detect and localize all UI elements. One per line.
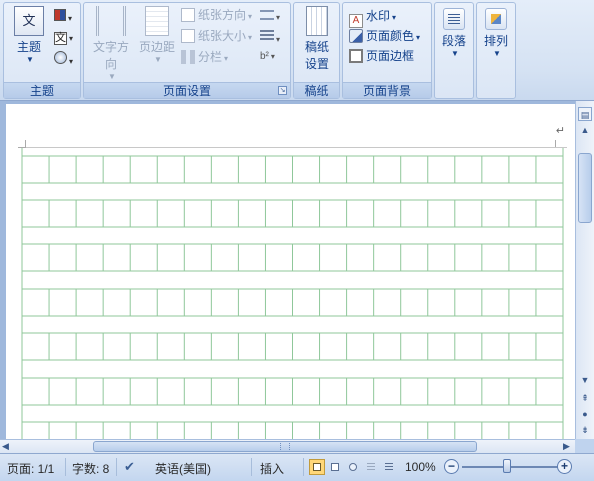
size-label: 纸张大小 [198,29,247,43]
horizontal-scroll-thumb[interactable] [93,441,477,452]
orientation-icon [181,8,195,22]
line-numbers-button[interactable]: ▾ [260,30,284,44]
chevron-down-icon: ▼ [26,55,34,64]
size-button[interactable]: 纸张大小 ▾ [181,27,252,45]
full-screen-reading-view-icon[interactable] [327,459,343,475]
theme-fonts-icon: 文 [54,32,67,45]
manuscript-group-label: 稿纸 [294,82,339,98]
columns-icon [181,50,195,64]
paragraph-group[interactable]: 段落 ▼ [434,2,474,99]
text-direction-icon [96,6,126,36]
scroll-up-icon[interactable]: ▲ [578,123,592,137]
page-borders-label: 页面边框 [366,49,415,63]
arrange-icon [485,8,507,30]
theme-colors-button[interactable]: ▾ [54,9,76,25]
page-color-label: 页面颜色 [366,29,415,43]
ribbon: 文 主题 ▼ ▾ 文 ▾ ▾ 主题 文字方向 ▼ 页边距 ▼ 纸张方向 ▾ 纸张… [0,0,594,101]
vertical-scroll-thumb[interactable] [578,153,592,223]
page-background-group-label: 页面背景 [343,82,431,98]
theme-icon: 文 [14,6,44,36]
page-borders-button[interactable]: 页面边框 [349,47,414,65]
page-borders-icon [349,49,363,63]
print-layout-view-icon[interactable] [309,459,325,475]
watermark-button[interactable]: A 水印 ▾ [349,7,396,28]
paint-bucket-icon [349,29,363,43]
text-direction-label: 文字方向 [92,40,129,71]
watermark-label: 水印 [366,9,391,23]
breaks-icon [260,10,274,20]
paragraph-icon [443,8,465,30]
previous-page-icon[interactable]: ⇞ [578,391,592,405]
orientation-button[interactable]: 纸张方向 ▾ [181,6,252,24]
line-numbers-icon [260,30,274,42]
next-page-icon[interactable]: ⇟ [578,423,592,437]
orientation-label: 纸张方向 [198,8,247,22]
manuscript-group: 稿纸 设置 稿纸 [293,2,340,99]
manuscript-icon [306,6,328,36]
manuscript-settings-label-2: 设置 [304,57,329,71]
theme-effects-button[interactable]: ▾ [54,51,76,67]
columns-label: 分栏 [198,50,223,64]
proofing-icon[interactable]: ✔ [124,459,135,475]
breaks-button[interactable]: ▾ [260,9,284,23]
margins-label: 页边距 [138,40,175,54]
margins-button[interactable]: 页边距 ▼ [138,6,176,64]
theme-button[interactable]: 文 主题 ▼ [10,6,48,64]
scroll-down-icon[interactable]: ▼ [578,373,592,387]
draft-view-icon[interactable] [381,459,397,475]
zoom-level[interactable]: 100% [405,460,436,474]
theme-colors-icon [54,9,66,21]
margins-icon [145,6,169,36]
hyphenation-button[interactable]: b² ▾ [260,51,284,65]
page-color-button[interactable]: 页面颜色 ▾ [349,27,420,45]
theme-group-label: 主题 [4,82,80,98]
scroll-right-icon[interactable]: ▶ [563,441,570,452]
ruler-toggle-icon[interactable]: ▤ [578,107,592,121]
page-setup-group-label: 页面设置 [84,82,290,98]
outline-view-icon[interactable] [363,459,379,475]
theme-effects-icon [54,51,67,64]
text-direction-button[interactable]: 文字方向 ▼ [88,6,134,81]
web-layout-view-icon[interactable] [345,459,361,475]
theme-fonts-button[interactable]: 文 ▾ [54,30,76,46]
theme-button-label: 主题 [16,40,41,54]
dialog-launcher-icon[interactable]: ↘ [278,86,287,95]
word-count[interactable]: 字数: 8 [72,460,109,477]
manuscript-settings-label-1: 稿纸 [304,40,329,54]
arrange-group[interactable]: 排列 ▼ [476,2,516,99]
status-bar: 页面: 1/1 字数: 8 ✔ 英语(美国) 插入 100% − + [0,453,594,481]
arrange-label: 排列 [483,34,508,48]
columns-button[interactable]: 分栏 ▾ [181,48,228,66]
horizontal-scrollbar[interactable]: ◀ ▶ [0,439,575,453]
arrange-button[interactable]: 排列 ▼ [480,8,512,58]
zoom-slider-thumb[interactable] [503,459,511,473]
page-background-group: A 水印 ▾ 页面颜色 ▾ 页面边框 页面背景 [342,2,432,99]
language-indicator[interactable]: 英语(美国) [155,460,211,477]
paragraph-label: 段落 [441,34,466,48]
page-setup-group: 文字方向 ▼ 页边距 ▼ 纸张方向 ▾ 纸张大小 ▾ 分栏 ▾ ▾ ▾ b² ▾ 页面设… [83,2,291,99]
paragraph-button[interactable]: 段落 ▼ [438,8,470,58]
manuscript-settings-button[interactable]: 稿纸 设置 [298,6,336,72]
document-page[interactable]: ↵ [6,104,575,439]
vertical-scrollbar[interactable]: ▤ ▲ ▼ ⇞ ● ⇟ [575,101,594,439]
insert-mode-indicator[interactable]: 插入 [260,460,284,477]
scroll-left-icon[interactable]: ◀ [2,441,9,452]
browse-object-icon[interactable]: ● [578,407,592,421]
zoom-in-icon[interactable]: + [557,459,572,474]
size-icon [181,29,195,43]
page-indicator[interactable]: 页面: 1/1 [7,460,54,477]
manuscript-grid [21,148,564,439]
watermark-icon: A [349,14,363,28]
theme-group: 文 主题 ▼ ▾ 文 ▾ ▾ 主题 [3,2,81,99]
hyphenation-icon: b² [260,51,269,62]
zoom-out-icon[interactable]: − [444,459,459,474]
